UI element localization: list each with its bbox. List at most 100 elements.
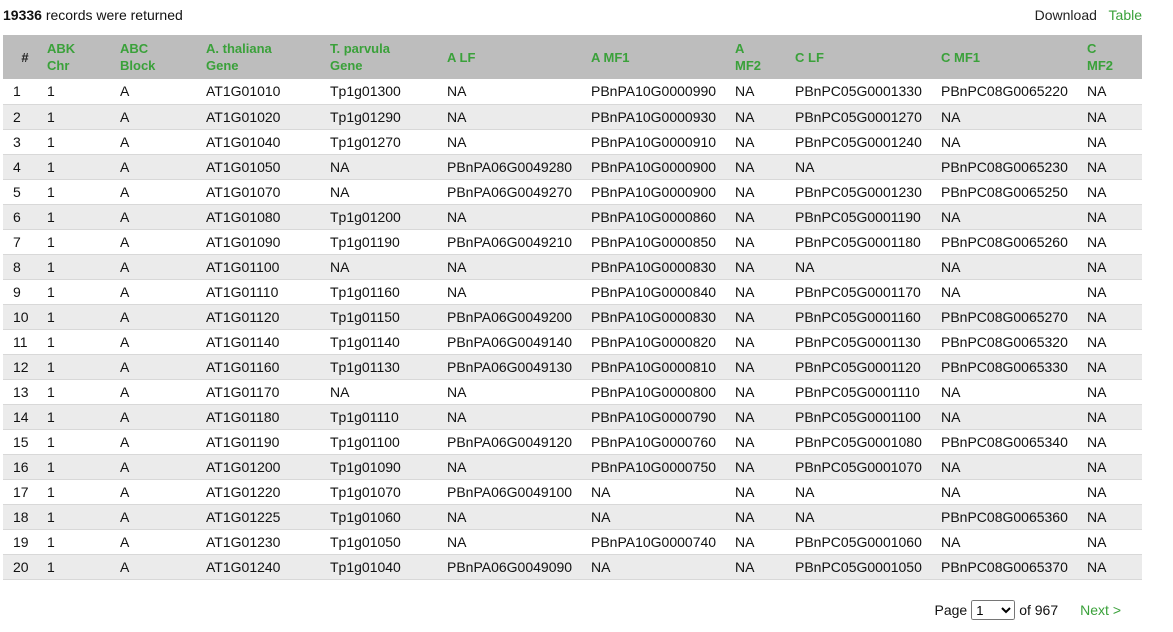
table-cell: Tp1g01140 [330,333,400,350]
table-cell: 1 [47,383,55,400]
table-cell: NA [1087,183,1107,200]
table-cell: PBnPC08G0065250 [941,183,1068,200]
column-header-line1: A [735,41,745,56]
column-header[interactable]: A MF2 [735,35,795,79]
column-header[interactable]: A MF1 [591,35,735,79]
table-cell: NA [735,458,755,475]
column-header[interactable]: C LF [795,35,941,79]
table-row: 2 1 A AT1G01020 Tp1g01290 NA PBnPA10G0000930 NA… [3,104,1142,129]
table-cell: NA [447,83,467,100]
table-cell: A [120,433,130,450]
table-cell: Tp1g01290 [330,108,401,125]
results-header: 19336 records were returned Download Tab… [0,0,1173,30]
next-page-link[interactable]: Next > [1080,602,1121,618]
table-cell: NA [735,258,755,275]
table-cell: 1 [47,483,55,500]
table-cell: 1 [47,333,55,350]
table-cell: NA [941,408,961,425]
table-cell: NA [1087,383,1107,400]
table-cell: NA [1087,83,1107,100]
table-cell: NA [735,358,755,375]
table-cell: NA [330,183,350,200]
column-header[interactable]: ABK Chr [47,35,120,79]
table-cell: PBnPC08G0065330 [941,358,1068,375]
table-cell: AT1G01190 [206,433,280,450]
download-table-link[interactable]: Table [1109,7,1142,23]
page-select[interactable]: 1 [971,600,1016,620]
table-cell: NA [1087,533,1107,550]
table-cell: A [120,233,130,250]
table-cell: PBnPA06G0049270 [447,183,573,200]
table-row: 7 1 A AT1G01090 Tp1g01190 PBnPA06G0049210 PBnP… [3,229,1142,254]
table-cell: PBnPA06G0049120 [447,433,573,450]
table-cell: PBnPA06G0049090 [447,558,573,575]
table-cell: AT1G01020 [206,108,281,125]
table-cell: NA [735,158,755,175]
table-cell: 6 [13,208,21,225]
table-cell: Tp1g01200 [330,208,401,225]
table-row: 8 1 A AT1G01100 NA NA PBnPA10G0000830 NA NA NA NA [3,254,1142,279]
column-header[interactable]: A. thaliana Gene [206,35,330,79]
table-cell: NA [1087,558,1107,575]
table-cell: NA [1087,158,1107,175]
table-cell: NA [735,383,755,400]
table-cell: PBnPC05G0001050 [795,558,922,575]
table-cell: 1 [47,133,55,150]
table-row: 14 1 A AT1G01180 Tp1g01110 NA PBnPA10G0000790 N… [3,404,1142,429]
table-cell: NA [1087,108,1107,125]
column-header[interactable]: ABC Block [120,35,206,79]
table-cell: 17 [13,483,29,500]
table-cell: NA [1087,333,1107,350]
table-cell: NA [447,283,467,300]
table-cell: A [120,383,130,400]
table-cell: Tp1g01040 [330,558,401,575]
table-cell: AT1G01050 [206,158,281,175]
table-cell: AT1G01170 [206,383,280,400]
table-cell: NA [591,483,611,500]
table-cell: NA [1087,233,1107,250]
table-cell: AT1G01010 [206,83,281,100]
table-cell: PBnPC05G0001230 [795,183,922,200]
table-cell: PBnPC05G0001120 [795,358,921,375]
table-cell: AT1G01110 [206,283,279,300]
table-cell: NA [941,133,961,150]
table-cell: 1 [13,83,21,100]
table-cell: NA [447,208,467,225]
table-cell: NA [1087,258,1107,275]
table-row: 6 1 A AT1G01080 Tp1g01200 NA PBnPA10G0000860 NA… [3,204,1142,229]
table-cell: Tp1g01090 [330,458,401,475]
column-header[interactable]: C MF2 [1087,35,1142,79]
column-header[interactable]: C MF1 [941,35,1087,79]
table-cell: A [120,158,130,175]
table-cell: NA [735,283,755,300]
column-header[interactable]: T. parvula Gene [330,35,447,79]
table-cell: PBnPC05G0001180 [795,233,921,250]
table-cell: 1 [47,108,55,125]
column-header[interactable]: A LF [447,35,591,79]
table-cell: 1 [47,358,55,375]
table-cell: NA [735,483,755,500]
table-cell: A [120,408,130,425]
table-cell: Tp1g01300 [330,83,401,100]
table-cell: A [120,533,130,550]
table-cell: 14 [13,408,29,425]
table-cell: 1 [47,283,55,300]
table-cell: NA [941,208,961,225]
table-cell: Tp1g01110 [330,408,399,425]
table-cell: PBnPC08G0065260 [941,233,1068,250]
table-cell: PBnPA10G0000830 [591,308,717,325]
table-cell: AT1G01225 [206,508,281,525]
column-header-line2: MF2 [1087,58,1113,73]
table-cell: Tp1g01050 [330,533,401,550]
download-label: Download [1034,7,1097,23]
table-cell: Tp1g01130 [330,358,400,375]
table-cell: A [120,558,130,575]
table-cell: PBnPA06G0049280 [447,158,573,175]
table-cell: NA [735,558,755,575]
table-body: 1 1 A AT1G01010 Tp1g01300 NA PBnPA10G0000990 NA… [3,79,1142,579]
table-cell: PBnPC08G0065360 [941,508,1068,525]
table-cell: PBnPC05G0001110 [795,383,920,400]
table-cell: PBnPA10G0000900 [591,158,717,175]
table-cell: NA [795,483,815,500]
table-cell: PBnPA10G0000790 [591,408,717,425]
